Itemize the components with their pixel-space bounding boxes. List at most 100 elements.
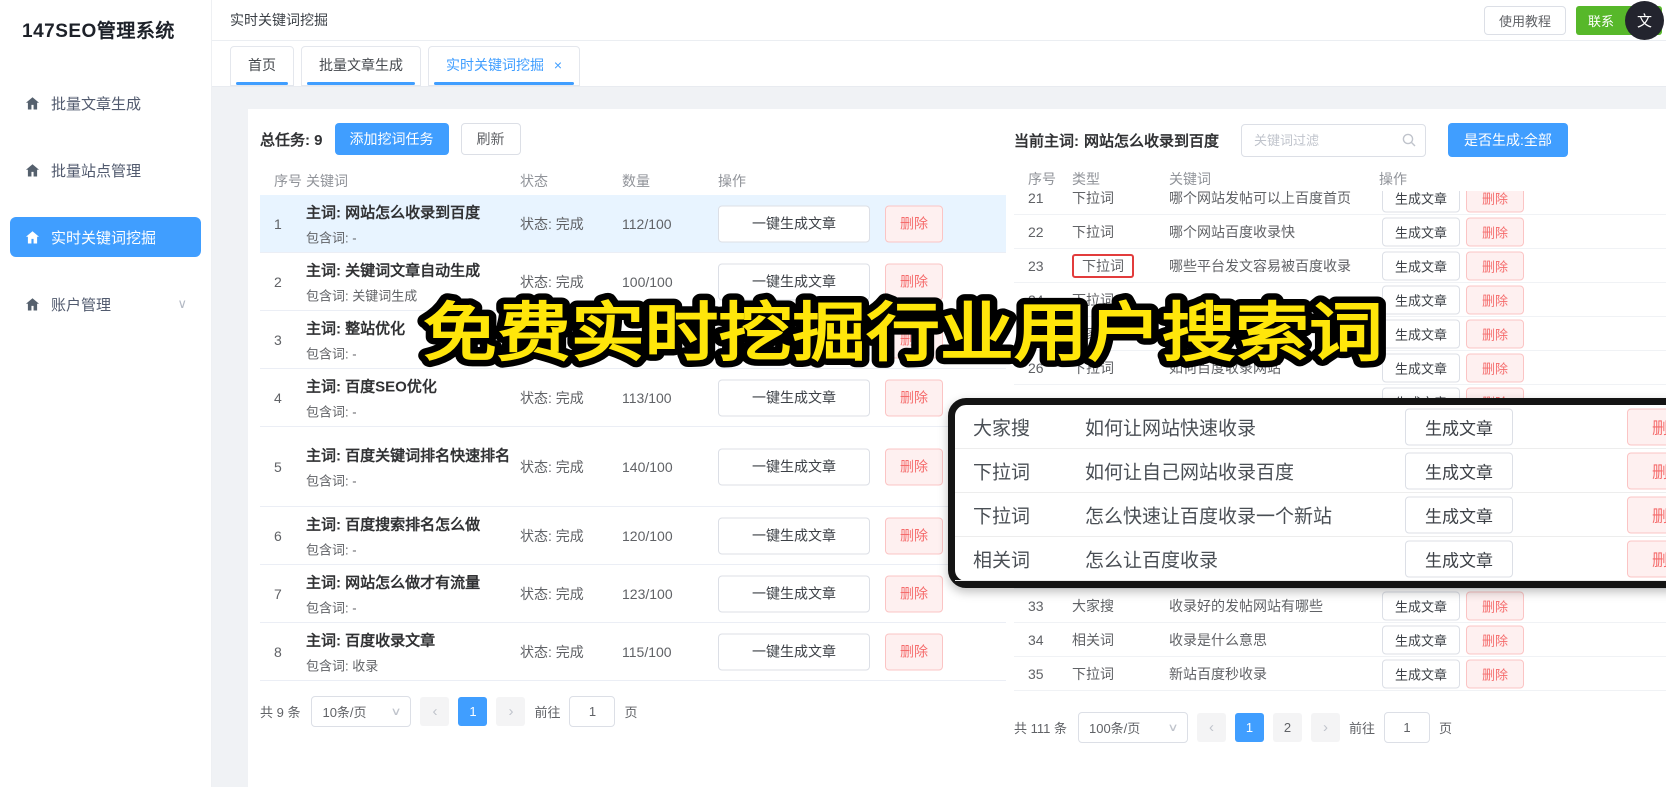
generate-all-button[interactable]: 是否生成:全部 (1448, 123, 1568, 157)
main-word: 主词: 网站怎么收录到百度 (306, 203, 481, 221)
goto-page-input[interactable] (569, 696, 616, 727)
delete-button[interactable]: 删除 (1627, 408, 1666, 445)
contains-word: 包含词: - (306, 346, 357, 362)
tab-bar: 首页 批量文章生成 实时关键词挖掘 × (212, 41, 1666, 87)
generate-articles-button[interactable]: 一键生成文章 (718, 633, 870, 670)
keyword-text: 哪个网站百度收录快 (1169, 223, 1295, 240)
prev-page-button[interactable]: ‹ (1196, 713, 1226, 742)
topbar: 实时关键词挖掘 使用教程 联系 文 (212, 0, 1666, 41)
delete-button[interactable]: 删除 (1466, 319, 1524, 348)
generate-article-button[interactable]: 生成文章 (1382, 625, 1460, 654)
main-word: 主词: 百度SEO优化 (306, 377, 437, 395)
keyword-filter-input[interactable] (1241, 123, 1427, 157)
keyword-text: 哪个网站发帖可以上百度首页 (1169, 191, 1351, 206)
tab-close-icon[interactable]: × (554, 57, 562, 73)
delete-button[interactable]: 删除 (1627, 496, 1666, 533)
delete-button[interactable]: 删除 (1466, 251, 1524, 280)
page-size-select[interactable]: 10条/页 ∨ (311, 696, 412, 727)
generate-article-button[interactable]: 生成文章 (1405, 408, 1513, 445)
generate-articles-button[interactable]: 一键生成文章 (718, 575, 870, 612)
col-status: 状态 (520, 173, 548, 189)
page-number-button[interactable]: 2 (1272, 713, 1302, 742)
delete-button[interactable]: 删除 (885, 448, 943, 485)
row-number: 24 (1028, 291, 1044, 308)
tab[interactable]: 首页 (230, 46, 294, 86)
next-page-button[interactable]: › (496, 697, 526, 726)
total-count-label: 共 9 条 (260, 705, 301, 720)
delete-button[interactable]: 删除 (885, 633, 943, 670)
main-word: 主词: 关键词文章自动生成 (306, 261, 481, 279)
prev-page-button[interactable]: ‹ (420, 697, 450, 726)
delete-button[interactable]: 删除 (1627, 540, 1666, 577)
generate-articles-button[interactable]: 一键生成文章 (718, 205, 870, 242)
delete-button[interactable]: 删除 (1466, 217, 1524, 246)
generate-article-button[interactable]: 生成文章 (1382, 319, 1460, 348)
generate-article-button[interactable]: 生成文章 (1382, 591, 1460, 620)
contains-word: 包含词: 收录 (306, 658, 379, 674)
generate-articles-button[interactable]: 一键生成文章 (718, 379, 870, 416)
generate-article-button[interactable]: 生成文章 (1382, 285, 1460, 314)
tab-label: 实时关键词挖掘 (446, 57, 544, 73)
translate-extension-icon[interactable]: 文 (1625, 1, 1664, 40)
sidebar-item[interactable]: 批量站点管理 (10, 150, 201, 190)
delete-button[interactable]: 删除 (1466, 353, 1524, 382)
generate-articles-button[interactable]: 一键生成文章 (718, 517, 870, 554)
next-page-button[interactable]: › (1310, 713, 1340, 742)
generate-article-button[interactable]: 生成文章 (1382, 353, 1460, 382)
delete-button[interactable]: 删除 (885, 263, 943, 300)
delete-button[interactable]: 删除 (1466, 191, 1524, 212)
table-row: 21 下拉词 哪个网站发帖可以上百度首页 生成文章 删除 (1014, 191, 1666, 215)
generate-articles-button[interactable]: 一键生成文章 (718, 263, 870, 300)
keyword-type: 下拉词 (1072, 291, 1114, 308)
tab-label: 批量文章生成 (319, 57, 403, 73)
table-row: 3 主词: 整站优化 包含词: - 一键生成文章 删除 (260, 311, 1006, 369)
goto-page-input[interactable] (1384, 712, 1430, 743)
sidebar-item[interactable]: 实时关键词挖掘 (10, 217, 201, 257)
tab-label: 首页 (248, 57, 276, 73)
sidebar-item[interactable]: 账户管理 ∨ (10, 284, 201, 324)
delete-button[interactable]: 删除 (1627, 452, 1666, 489)
app-window: 147SEO管理系统 批量文章生成 批量站点管理 实时关键词挖掘 账户管理 ∨ … (0, 0, 1666, 787)
refresh-button[interactable]: 刷新 (460, 123, 521, 155)
generate-article-button[interactable]: 生成文章 (1382, 251, 1460, 280)
generate-articles-button[interactable]: 一键生成文章 (718, 448, 870, 485)
add-task-button[interactable]: 添加挖词任务 (334, 123, 449, 155)
generate-article-button[interactable]: 生成文章 (1382, 191, 1460, 212)
delete-button[interactable]: 删除 (885, 205, 943, 242)
row-count: 140/100 (622, 458, 673, 475)
delete-button[interactable]: 删除 (1466, 625, 1524, 654)
delete-button[interactable]: 删除 (885, 575, 943, 612)
page-number-button[interactable]: 1 (1234, 713, 1264, 742)
contains-word: 包含词: - (306, 473, 357, 489)
generate-article-button[interactable]: 生成文章 (1405, 540, 1513, 577)
contains-word: 包含词: - (306, 404, 357, 420)
keywords-table-header: 序号 类型 关键词 操作 (1014, 169, 1666, 191)
row-keyword-cell: 主词: 百度关键词排名快速排名 包含词: - (306, 444, 518, 489)
sidebar: 147SEO管理系统 批量文章生成 批量站点管理 实时关键词挖掘 账户管理 ∨ (0, 0, 212, 787)
delete-button[interactable]: 删除 (885, 517, 943, 554)
generate-article-button[interactable]: 生成文章 (1405, 452, 1513, 489)
row-number: 4 (274, 389, 282, 406)
home-icon (24, 162, 41, 179)
col-ops: 操作 (1379, 171, 1407, 187)
delete-button[interactable]: 删除 (1466, 591, 1524, 620)
generate-articles-button[interactable]: 一键生成文章 (718, 321, 870, 358)
generate-article-button[interactable]: 生成文章 (1405, 496, 1513, 533)
page-size-select[interactable]: 100条/页 ∨ (1077, 712, 1188, 743)
tab[interactable]: 实时关键词挖掘 × (428, 46, 581, 86)
table-row: 8 主词: 百度收录文章 包含词: 收录 状态: 完成 115/100 一键生成… (260, 623, 1006, 681)
goto-label: 前往 (534, 705, 561, 720)
keyword-text: 收录是什么意思 (1169, 631, 1267, 648)
keyword-type: 相关词 (973, 550, 1031, 571)
delete-button[interactable]: 删除 (1466, 659, 1524, 688)
generate-article-button[interactable]: 生成文章 (1382, 217, 1460, 246)
page-number-button[interactable]: 1 (458, 697, 488, 726)
help-button[interactable]: 使用教程 (1483, 5, 1566, 35)
generate-article-button[interactable]: 生成文章 (1382, 659, 1460, 688)
delete-button[interactable]: 删除 (885, 321, 943, 358)
tab[interactable]: 批量文章生成 (301, 46, 421, 86)
delete-button[interactable]: 删除 (1466, 285, 1524, 314)
delete-button[interactable]: 删除 (885, 379, 943, 416)
sidebar-item[interactable]: 批量文章生成 (10, 83, 201, 123)
table-row: 5 主词: 百度关键词排名快速排名 包含词: - 状态: 完成 140/100 … (260, 427, 1006, 507)
